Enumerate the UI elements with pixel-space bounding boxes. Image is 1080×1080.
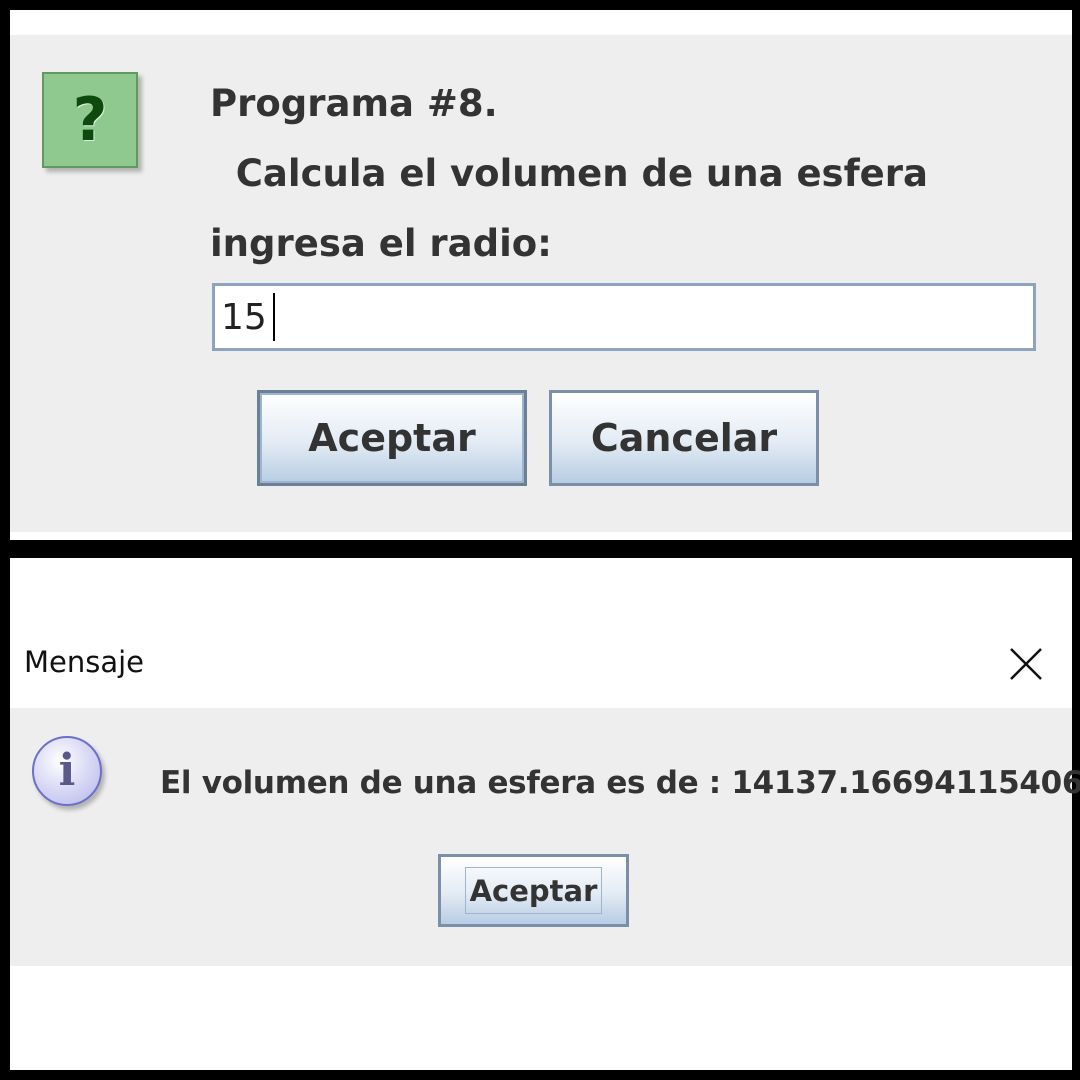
dialog-message-line-1: Programa #8. bbox=[210, 82, 498, 125]
message-dialog-content: i El volumen de una esfera es de : 14137… bbox=[10, 708, 1080, 966]
ok-button-label: Aceptar bbox=[469, 873, 598, 908]
question-icon: ? bbox=[42, 72, 138, 168]
question-icon-glyph: ? bbox=[72, 85, 108, 155]
text-caret bbox=[273, 293, 275, 341]
cancel-button-label: Cancelar bbox=[590, 416, 778, 460]
accept-button-label: Aceptar bbox=[308, 416, 476, 460]
info-icon: i bbox=[32, 736, 102, 806]
input-dialog-content: ? Programa #8. Calcula el volumen de una… bbox=[10, 35, 1072, 532]
result-message: El volumen de una esfera es de : 14137.1… bbox=[160, 765, 1080, 801]
radius-input[interactable] bbox=[212, 283, 1036, 351]
message-dialog: Mensaje i El volumen de una esfera es de… bbox=[10, 558, 1080, 1070]
dialog-message-line-2: Calcula el volumen de una esfera bbox=[210, 152, 928, 195]
ok-button[interactable]: Aceptar bbox=[438, 854, 629, 927]
cancel-button[interactable]: Cancelar bbox=[549, 390, 819, 486]
dialog-message-line-3: ingresa el radio: bbox=[210, 222, 552, 265]
input-dialog: ? Programa #8. Calcula el volumen de una… bbox=[10, 10, 1072, 540]
dialog-title: Mensaje bbox=[24, 645, 145, 679]
accept-button[interactable]: Aceptar bbox=[257, 390, 527, 486]
info-icon-glyph: i bbox=[58, 745, 76, 796]
close-icon[interactable] bbox=[1008, 646, 1044, 682]
